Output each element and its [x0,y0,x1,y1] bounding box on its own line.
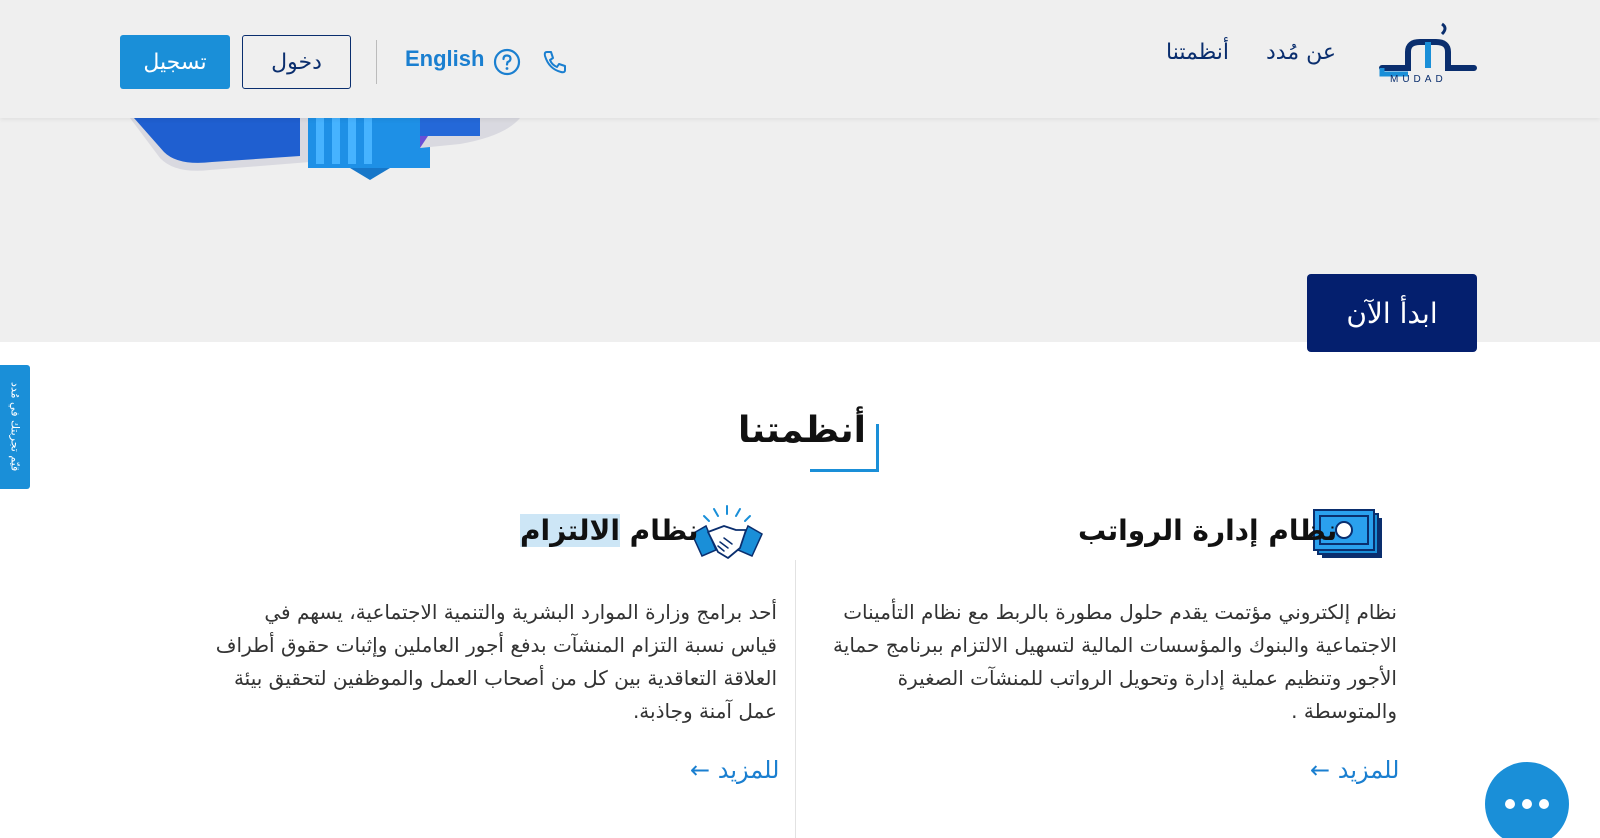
payroll-card-description: نظام إلكتروني مؤتمت يقدم حلول مطورة بالر… [833,600,1397,723]
header-divider [376,40,377,84]
compliance-more-link[interactable]: للمزيد ← [690,756,779,784]
chat-bubble-icon[interactable] [1485,762,1569,838]
chat-dots-icon [1505,799,1549,809]
hero-illustration-icon [130,118,520,180]
payroll-card-title: نظام إدارة الرواتب [1078,514,1338,547]
logo-wordmark: MUDAD [1390,74,1447,85]
compliance-title-highlight: الالتزام [520,514,620,547]
register-button[interactable]: تسجيل [120,35,230,89]
login-button[interactable]: دخول [242,35,351,89]
feedback-side-tab[interactable]: قيّم تجربتك في مُدد [0,365,30,489]
payroll-more-link[interactable]: للمزيد ← [1310,756,1399,784]
compliance-card-title: نظام الالتزام [520,514,699,547]
title-decoration [876,424,879,472]
nav-systems-link[interactable]: أنظمتنا [1166,40,1229,65]
title-decoration [810,469,879,472]
handshake-icon [691,505,763,559]
language-toggle-link[interactable]: English [405,46,484,72]
nav-about-link[interactable]: عن مُدد [1266,40,1336,65]
hero-section: ابدأ الآن [0,118,1600,352]
start-now-button[interactable]: ابدأ الآن [1307,274,1477,352]
compliance-card-description: أحد برامج وزارة الموارد البشرية والتنمية… [215,600,777,723]
site-header: MUDAD عن مُدد أنظمتنا تسجيل دخول English [0,0,1600,118]
phone-icon[interactable] [541,48,569,76]
section-title: أنظمتنا [738,410,866,451]
help-icon[interactable] [493,48,521,76]
compliance-title-prefix: نظام [619,514,699,547]
column-divider [795,560,796,838]
